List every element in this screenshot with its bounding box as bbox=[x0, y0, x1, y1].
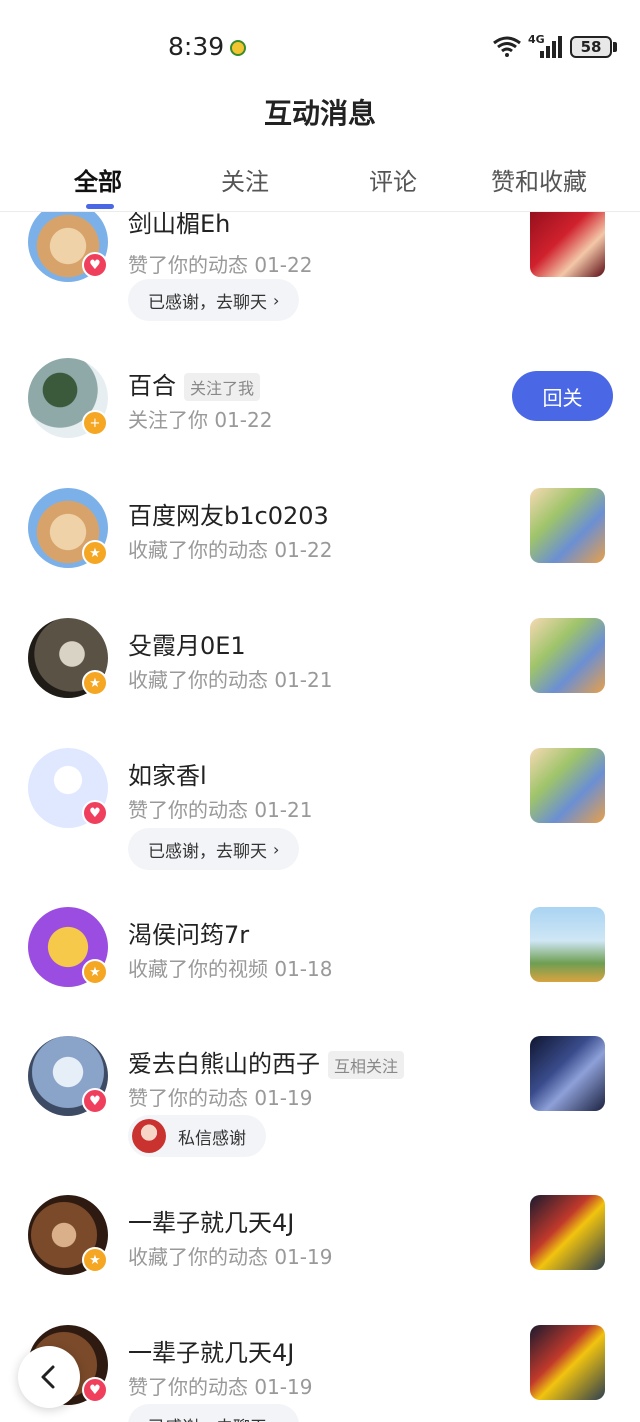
activity-text: 赞了你的动态 01-22 bbox=[128, 253, 313, 277]
status-time: 8:39 bbox=[168, 32, 225, 61]
activity-text: 收藏了你的动态 01-22 bbox=[128, 538, 333, 562]
tab-follow[interactable]: 关注 bbox=[221, 162, 269, 197]
like-icon: ♥ bbox=[82, 800, 108, 826]
like-icon: ♥ bbox=[82, 252, 108, 278]
pill-label: 私信感谢 bbox=[178, 1128, 246, 1149]
relation-tag: 互相关注 bbox=[328, 1051, 405, 1079]
dm-thanks-button[interactable]: 私信感谢 bbox=[128, 1115, 266, 1157]
like-icon: ♥ bbox=[82, 1377, 108, 1403]
follow-icon: + bbox=[82, 410, 108, 436]
battery-level: 58 bbox=[580, 38, 602, 56]
activity-text: 赞了你的动态 01-21 bbox=[128, 798, 313, 822]
post-thumbnail[interactable] bbox=[530, 1325, 605, 1400]
post-thumbnail[interactable] bbox=[530, 212, 605, 277]
post-thumbnail[interactable] bbox=[530, 748, 605, 823]
pill-label: 已感谢，去聊天 bbox=[148, 292, 267, 313]
like-icon: ♥ bbox=[82, 1088, 108, 1114]
video-thumbnail[interactable] bbox=[530, 907, 605, 982]
user-name[interactable]: 剑山楣Eh bbox=[128, 212, 230, 239]
chevron-right-icon: › bbox=[273, 290, 280, 310]
tab-comments[interactable]: 评论 bbox=[369, 162, 417, 197]
active-tab-indicator bbox=[86, 204, 114, 209]
page-title: 互动消息 bbox=[263, 97, 376, 130]
activity-text: 赞了你的动态 01-19 bbox=[128, 1086, 313, 1110]
thanks-chat-button[interactable]: 已感谢，去聊天 › bbox=[128, 1404, 300, 1422]
chevron-right-icon: › bbox=[273, 839, 280, 859]
battery-indicator: 58 bbox=[570, 36, 612, 58]
star-icon: ★ bbox=[82, 670, 108, 696]
activity-text: 关注了你 01-22 bbox=[128, 408, 273, 432]
relation-tag: 关注了我 bbox=[184, 373, 261, 401]
follow-back-button[interactable]: 回关 bbox=[512, 371, 613, 421]
status-bar: 8:39 4G 58 bbox=[0, 0, 640, 90]
star-icon: ★ bbox=[82, 959, 108, 985]
tab-likes-favorites[interactable]: 赞和收藏 bbox=[491, 162, 587, 197]
thanks-chat-button[interactable]: 已感谢，去聊天 › bbox=[128, 828, 300, 870]
activity-text: 收藏了你的动态 01-19 bbox=[128, 1245, 333, 1269]
user-name-text: 百合 bbox=[128, 372, 176, 400]
tab-all[interactable]: 全部 bbox=[74, 162, 122, 197]
pill-label: 已感谢，去聊天 bbox=[148, 841, 267, 862]
notification-emoji-icon bbox=[230, 40, 246, 56]
pill-label: 已感谢，去聊天 bbox=[148, 1413, 267, 1422]
thanks-chat-button[interactable]: 已感谢，去聊天 › bbox=[128, 279, 300, 321]
post-thumbnail[interactable] bbox=[530, 618, 605, 693]
user-name[interactable]: 渴侯问筠7r bbox=[128, 915, 249, 950]
sticker-avatar bbox=[132, 1119, 166, 1153]
notification-list[interactable]: ♥ 剑山楣Eh 赞了你的动态 01-22 已感谢，去聊天 › + 百合 关注了我 关… bbox=[0, 212, 640, 1422]
battery-tip bbox=[613, 42, 617, 52]
user-name[interactable]: 一辈子就几天4J bbox=[128, 1333, 294, 1368]
activity-text: 收藏了你的视频 01-18 bbox=[128, 957, 333, 981]
user-name[interactable]: 爱去白熊山的西子 互相关注 bbox=[128, 1044, 405, 1079]
chevron-left-icon bbox=[41, 1365, 55, 1389]
post-thumbnail[interactable] bbox=[530, 1195, 605, 1270]
user-name[interactable]: 百度网友b1c0203 bbox=[128, 496, 329, 531]
user-name-text: 爱去白熊山的西子 bbox=[128, 1050, 320, 1078]
user-name[interactable]: 一辈子就几天4J bbox=[128, 1203, 294, 1238]
user-name[interactable]: 百合 关注了我 bbox=[128, 366, 261, 401]
activity-text: 收藏了你的动态 01-21 bbox=[128, 668, 333, 692]
chevron-right-icon: › bbox=[273, 1416, 279, 1422]
wifi-icon bbox=[493, 36, 521, 57]
activity-text: 赞了你的动态 01-19 bbox=[128, 1375, 313, 1399]
post-thumbnail[interactable] bbox=[530, 488, 605, 563]
tab-bar: 全部 关注 评论 赞和收藏 bbox=[0, 158, 640, 212]
user-name[interactable]: 殳霞月0E1 bbox=[128, 626, 246, 661]
star-icon: ★ bbox=[82, 1247, 108, 1273]
back-button[interactable] bbox=[18, 1346, 80, 1408]
user-name[interactable]: 如家香l bbox=[128, 756, 207, 791]
star-icon: ★ bbox=[82, 540, 108, 566]
signal-icon bbox=[540, 36, 562, 58]
post-thumbnail[interactable] bbox=[530, 1036, 605, 1111]
